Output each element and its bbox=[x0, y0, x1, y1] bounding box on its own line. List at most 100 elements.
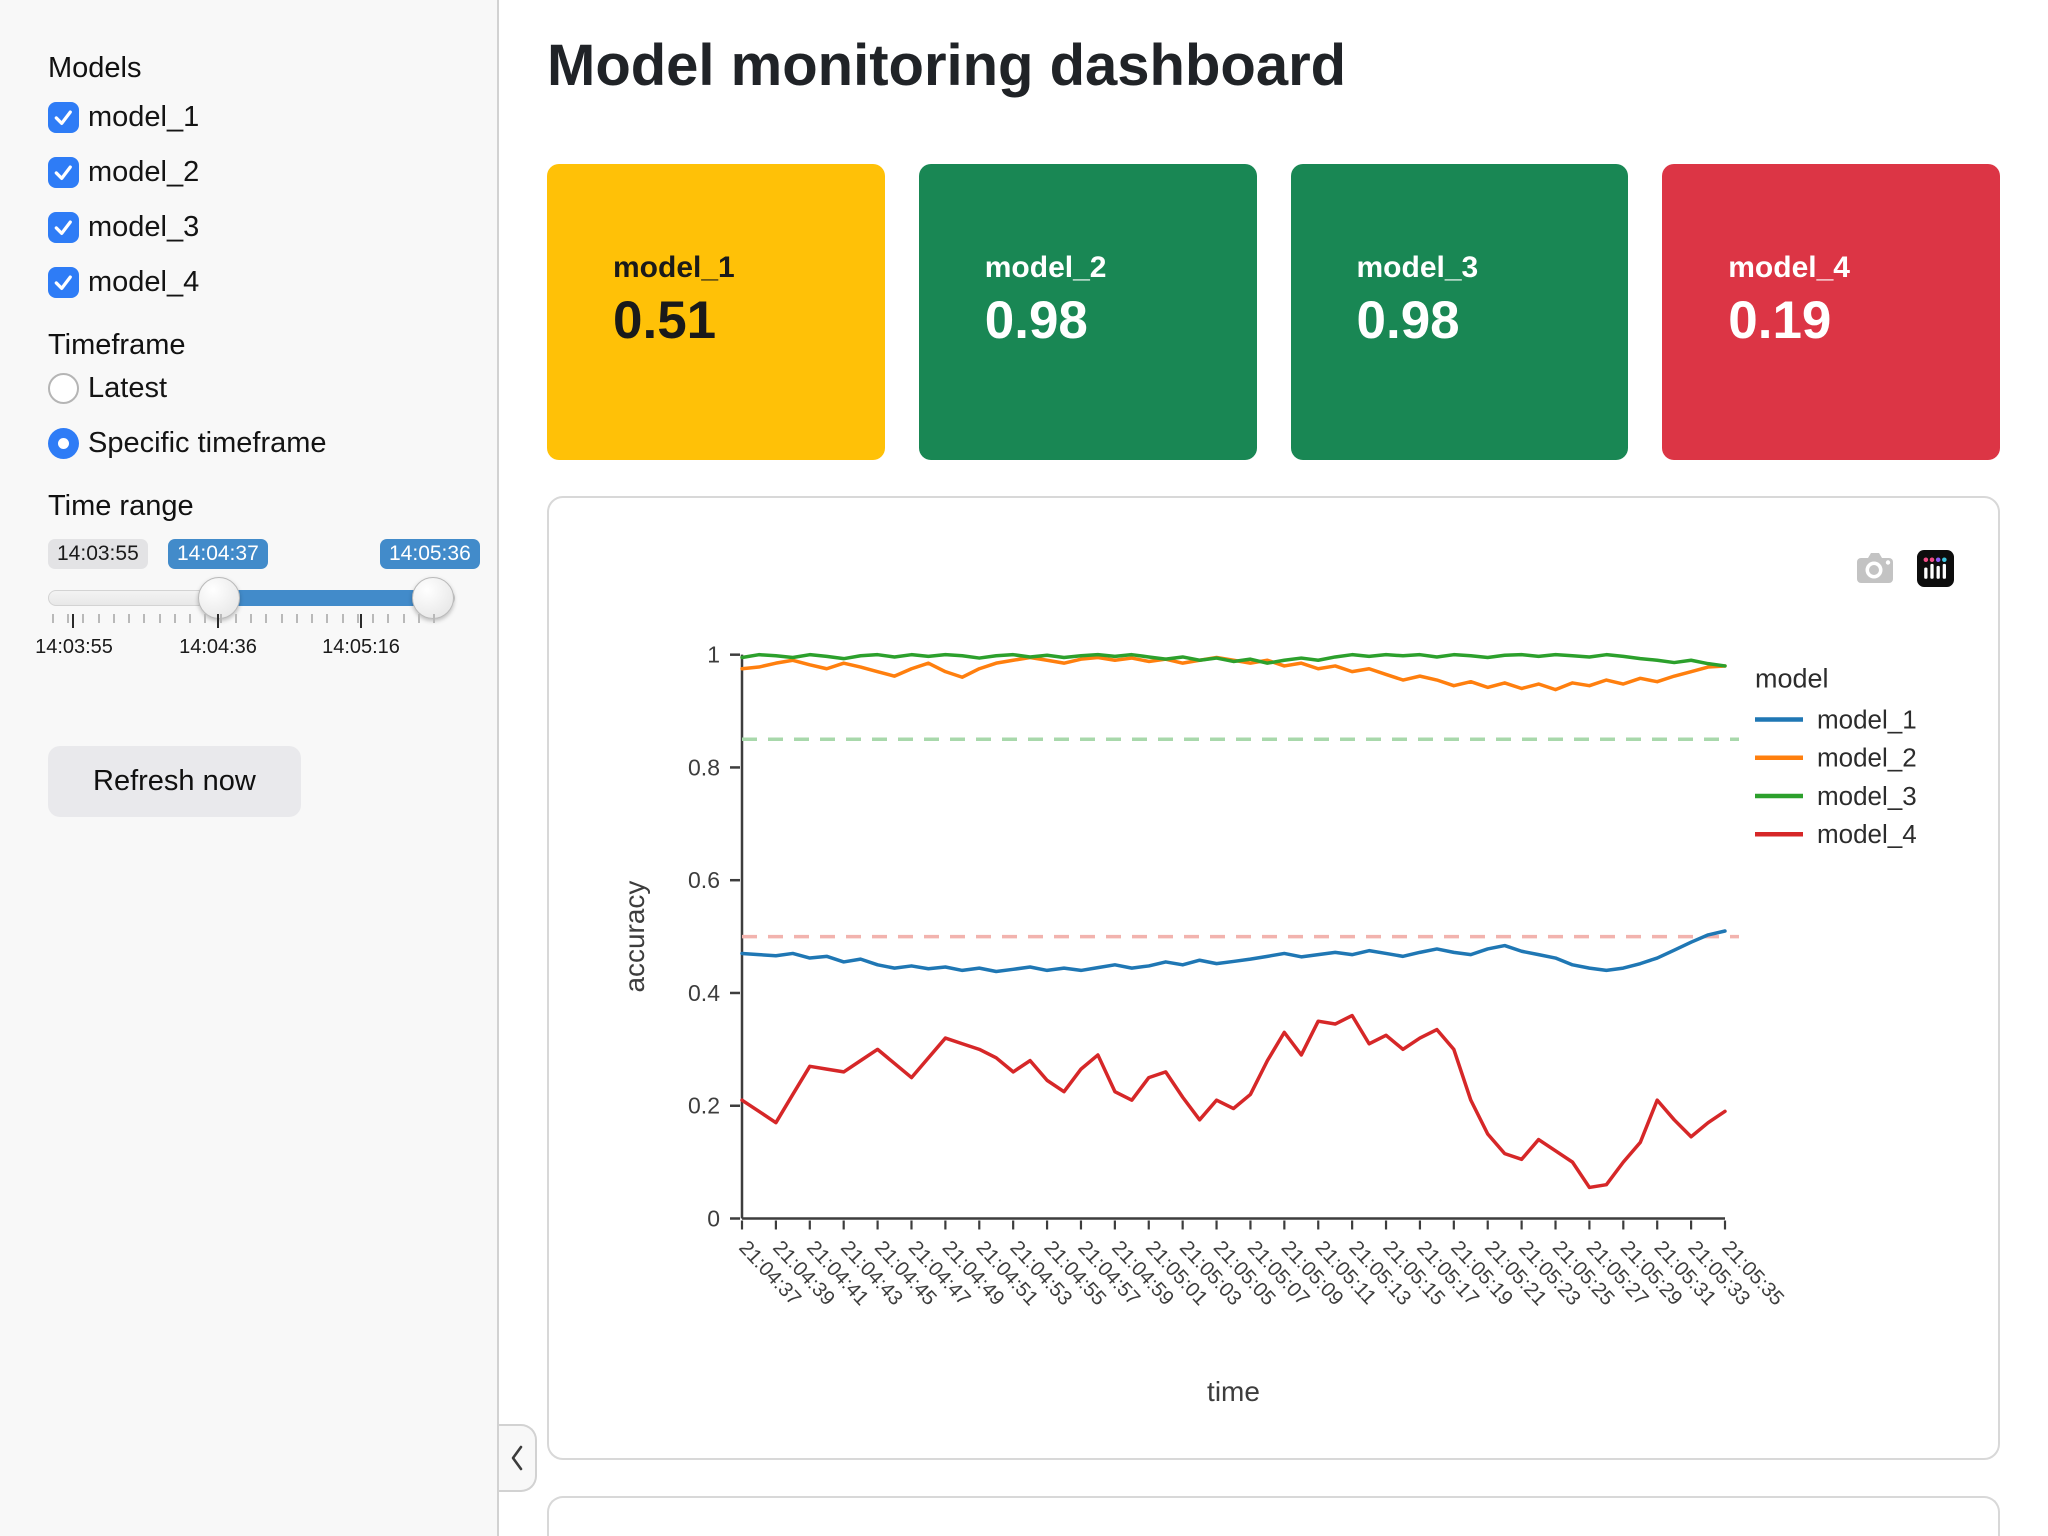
slider-track[interactable] bbox=[48, 577, 455, 619]
svg-text:0.8: 0.8 bbox=[688, 754, 720, 780]
slider-handle-to[interactable] bbox=[412, 577, 454, 619]
slider-grid-tick bbox=[82, 614, 85, 623]
checkbox-label: model_3 bbox=[88, 211, 200, 243]
checkbox-model-2[interactable] bbox=[48, 157, 79, 188]
value-boxes-row: model_1 0.51 model_2 0.98 model_3 0.98 m… bbox=[547, 163, 2000, 460]
series-line-model_4 bbox=[740, 1013, 1727, 1190]
radio-row-specific-timeframe[interactable]: Specific timeframe bbox=[48, 427, 449, 460]
check-icon bbox=[54, 220, 72, 235]
slider-grid-label: 14:03:55 bbox=[35, 636, 113, 658]
slider-handle-from[interactable] bbox=[198, 577, 240, 619]
value-box-label: model_1 bbox=[613, 250, 735, 284]
value-box-label: model_3 bbox=[1356, 250, 1479, 284]
slider-grid-major-tick bbox=[72, 614, 74, 628]
sidebar-collapse-toggle[interactable] bbox=[499, 1424, 537, 1492]
slider-grid-tick bbox=[372, 614, 375, 623]
models-group: Models model_1 model_2 model_3 model_4 bbox=[48, 52, 449, 299]
timeframe-group: Timeframe Latest Specific timeframe bbox=[48, 329, 449, 460]
slider-value-labels: 14:03:55 14:04:37 14:05:36 bbox=[48, 539, 480, 574]
slider-grid-tick bbox=[433, 614, 435, 623]
slider-grid-tick bbox=[250, 614, 253, 623]
slider-grid-tick bbox=[52, 614, 54, 623]
slider-grid-major-tick bbox=[360, 614, 362, 628]
slider-grid-tick bbox=[402, 614, 405, 623]
radio-specific-timeframe[interactable] bbox=[48, 428, 79, 459]
value-box-value: 0.51 bbox=[613, 290, 717, 350]
value-box-label: model_4 bbox=[1728, 250, 1850, 284]
svg-text:model_3: model_3 bbox=[1817, 781, 1917, 811]
main-content: Model monitoring dashboard model_1 0.51 … bbox=[499, 0, 2048, 1536]
accuracy-chart-card: 0 0.2 0.4 0.6 0.8 1 21:04:37 21:04:39 21:04:41 21… bbox=[547, 495, 2000, 1460]
slider-grid-label: 14:04:36 bbox=[179, 636, 257, 658]
svg-text:1: 1 bbox=[707, 641, 720, 667]
checkbox-model-3[interactable] bbox=[48, 212, 79, 243]
checkbox-label: model_2 bbox=[88, 156, 200, 188]
svg-text:model_2: model_2 bbox=[1817, 743, 1917, 773]
slider-grid-tick bbox=[311, 614, 314, 623]
legend-item-model_4[interactable]: model_4 bbox=[1755, 819, 1917, 849]
checkbox-row-model-4[interactable]: model_4 bbox=[48, 266, 449, 299]
page-title: Model monitoring dashboard bbox=[547, 33, 1347, 98]
slider-grid-tick bbox=[326, 614, 329, 623]
svg-text:0: 0 bbox=[707, 1205, 720, 1231]
slider-grid-tick bbox=[280, 614, 283, 623]
svg-text:0.4: 0.4 bbox=[688, 980, 720, 1006]
slider-grid-tick bbox=[341, 614, 344, 623]
svg-text:model: model bbox=[1755, 663, 1829, 693]
check-icon bbox=[54, 165, 72, 180]
slider-grid-tick bbox=[189, 614, 192, 623]
value-box-value: 0.98 bbox=[984, 290, 1088, 350]
radio-label: Specific timeframe bbox=[88, 427, 327, 459]
slider-from-value: 14:04:37 bbox=[168, 539, 268, 569]
value-box-label: model_2 bbox=[984, 250, 1107, 284]
checkbox-model-4[interactable] bbox=[48, 267, 79, 298]
slider-grid-tick bbox=[219, 614, 222, 623]
plotly-modebar bbox=[1855, 549, 1954, 587]
next-card-top-edge bbox=[547, 1495, 2000, 1536]
svg-text:model_4: model_4 bbox=[1817, 819, 1917, 849]
app-root: Models model_1 model_2 model_3 model_4 T… bbox=[0, 0, 2048, 1536]
slider-grid-tick bbox=[143, 614, 146, 623]
check-icon bbox=[54, 110, 72, 125]
value-box-value: 0.98 bbox=[1356, 290, 1460, 350]
check-icon bbox=[54, 275, 72, 290]
radio-row-latest[interactable]: Latest bbox=[48, 372, 449, 405]
accuracy-time-chart: 00.20.40.60.8121:04:3721:04:3921:04:4121… bbox=[619, 641, 1917, 1407]
slider-grid-tick bbox=[112, 614, 115, 623]
time-range-slider[interactable]: 14:03:55 14:04:37 14:05:36 14:03:55 14:0… bbox=[35, 539, 480, 676]
slider-grid-tick bbox=[158, 614, 161, 623]
checkbox-model-1[interactable] bbox=[48, 102, 79, 133]
slider-grid-tick bbox=[265, 614, 268, 623]
checkbox-row-model-1[interactable]: model_1 bbox=[48, 101, 449, 134]
svg-text:time: time bbox=[1207, 1376, 1260, 1407]
slider-min-label: 14:03:55 bbox=[48, 539, 148, 569]
slider-grid-tick bbox=[204, 614, 207, 623]
series-line-model_3 bbox=[740, 652, 1727, 668]
value-box-model-4: model_4 0.19 bbox=[1662, 163, 2000, 460]
models-label: Models bbox=[48, 52, 142, 84]
plotly-logo-icon[interactable] bbox=[1917, 549, 1954, 587]
slider-grid-tick bbox=[417, 614, 420, 623]
sidebar: Models model_1 model_2 model_3 model_4 T… bbox=[0, 0, 499, 1536]
time-range-label: Time range bbox=[48, 490, 194, 522]
slider-to-value: 14:05:36 bbox=[380, 539, 480, 569]
checkbox-row-model-2[interactable]: model_2 bbox=[48, 156, 449, 189]
slider-grid-tick bbox=[234, 614, 237, 623]
legend-item-model_2[interactable]: model_2 bbox=[1755, 743, 1917, 773]
value-box-value: 0.19 bbox=[1728, 290, 1832, 350]
camera-icon[interactable] bbox=[1855, 550, 1895, 587]
value-box-model-1: model_1 0.51 bbox=[547, 163, 885, 460]
slider-grid-tick bbox=[97, 614, 100, 623]
slider-grid-tick bbox=[173, 614, 176, 623]
svg-text:0.2: 0.2 bbox=[688, 1093, 720, 1119]
slider-grid-tick bbox=[67, 614, 70, 623]
svg-text:0.6: 0.6 bbox=[688, 867, 720, 893]
checkbox-row-model-3[interactable]: model_3 bbox=[48, 211, 449, 244]
radio-latest[interactable] bbox=[48, 373, 79, 404]
legend-item-model_1[interactable]: model_1 bbox=[1755, 704, 1917, 734]
time-range-group: Time range 14:03:55 14:04:37 14:05:36 14… bbox=[35, 490, 480, 676]
legend-item-model_3[interactable]: model_3 bbox=[1755, 781, 1917, 811]
slider-selected-range bbox=[219, 590, 433, 606]
refresh-button[interactable]: Refresh now bbox=[48, 746, 301, 817]
slider-grid-tick bbox=[295, 614, 298, 623]
